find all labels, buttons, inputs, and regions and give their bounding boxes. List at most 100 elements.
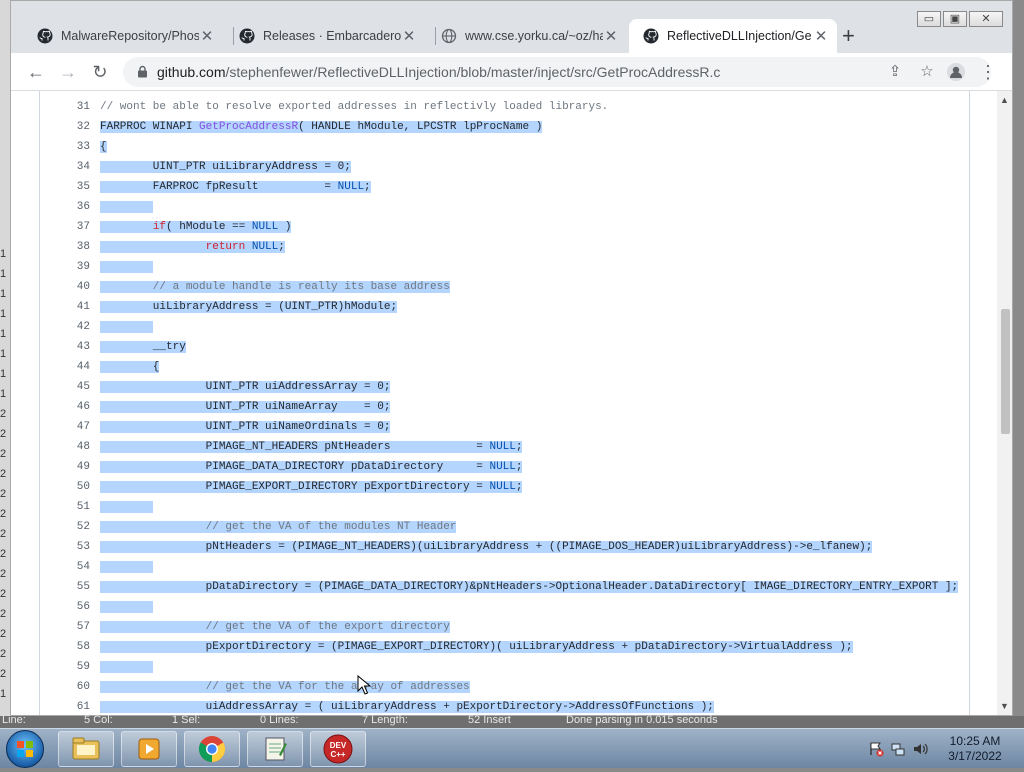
tab-reflective-dll-injection[interactable]: ReflectiveDLLInjection/Ge ✕ [629, 19, 837, 53]
line-number[interactable]: 48 [40, 437, 90, 457]
code-text[interactable] [100, 197, 153, 217]
code-line[interactable]: 54 [40, 557, 971, 577]
line-number[interactable]: 59 [40, 657, 90, 677]
menu-kebab-icon[interactable]: ⋮ [977, 61, 999, 83]
line-number[interactable]: 60 [40, 677, 90, 697]
code-line[interactable]: 31 // wont be able to resolve exported ad… [40, 97, 971, 117]
line-number[interactable]: 47 [40, 417, 90, 437]
code-text[interactable]: pNtHeaders = (PIMAGE_NT_HEADERS)(uiLibra… [100, 537, 873, 557]
back-icon[interactable]: ← [25, 61, 47, 83]
code-line[interactable]: 36 [40, 197, 971, 217]
code-text[interactable] [100, 257, 153, 277]
line-number[interactable]: 52 [40, 517, 90, 537]
line-number[interactable]: 50 [40, 477, 90, 497]
code-text[interactable]: FARPROC fpResult = NULL; [100, 177, 371, 197]
line-number[interactable]: 55 [40, 577, 90, 597]
line-number[interactable]: 31 [40, 97, 90, 117]
code-line[interactable]: 45 UINT_PTR uiAddressArray = 0; [40, 377, 971, 397]
line-number[interactable]: 43 [40, 337, 90, 357]
code-line[interactable]: 42 [40, 317, 971, 337]
code-text[interactable]: // get the VA of the modules NT Header [100, 517, 457, 537]
taskbar-devcpp[interactable]: DEV C++ [310, 731, 366, 767]
tab-malware-repository[interactable]: MalwareRepository/Phosp ✕ [23, 19, 223, 53]
code-line[interactable]: 58 pExportDirectory = (PIMAGE_EXPORT_DIR… [40, 637, 971, 657]
code-line[interactable]: 43 __try [40, 337, 971, 357]
tab-yorku[interactable]: www.cse.yorku.ca/~oz/ha ✕ [427, 19, 627, 53]
code-line[interactable]: 40 // a module handle is really its base… [40, 277, 971, 297]
code-text[interactable]: uiAddressArray = ( uiLibraryAddress + pE… [100, 697, 714, 715]
code-line[interactable]: 33 { [40, 137, 971, 157]
line-number[interactable]: 56 [40, 597, 90, 617]
taskbar-chrome[interactable] [184, 731, 240, 767]
code-text[interactable] [100, 597, 153, 617]
code-line[interactable]: 48 PIMAGE_NT_HEADERS pNtHeaders = NULL; [40, 437, 971, 457]
forward-icon[interactable]: → [57, 61, 79, 83]
reload-icon[interactable]: ↻ [89, 61, 111, 83]
line-number[interactable]: 49 [40, 457, 90, 477]
code-text[interactable]: // wont be able to resolve exported addr… [100, 97, 608, 117]
code-text[interactable] [100, 317, 153, 337]
line-number[interactable]: 53 [40, 537, 90, 557]
code-text[interactable]: __try [100, 337, 186, 357]
minimize-button[interactable]: ▭ [917, 11, 941, 27]
code-text[interactable]: pDataDirectory = (PIMAGE_DATA_DIRECTORY)… [100, 577, 959, 597]
line-number[interactable]: 54 [40, 557, 90, 577]
code-line[interactable]: 47 UINT_PTR uiNameOrdinals = 0; [40, 417, 971, 437]
start-button[interactable] [6, 730, 44, 768]
code-text[interactable]: { [100, 137, 107, 157]
maximize-button[interactable]: ▣ [943, 11, 967, 27]
code-text[interactable]: PIMAGE_EXPORT_DIRECTORY pExportDirectory… [100, 477, 523, 497]
line-number[interactable]: 37 [40, 217, 90, 237]
code-text[interactable]: // a module handle is really its base ad… [100, 277, 450, 297]
line-number[interactable]: 45 [40, 377, 90, 397]
code-line[interactable]: 60 // get the VA for the array of addres… [40, 677, 971, 697]
code-text[interactable]: UINT_PTR uiAddressArray = 0; [100, 377, 391, 397]
line-number[interactable]: 61 [40, 697, 90, 715]
line-number[interactable]: 39 [40, 257, 90, 277]
code-line[interactable]: 39 [40, 257, 971, 277]
code-line[interactable]: 57 // get the VA of the export directory [40, 617, 971, 637]
close-tab-icon[interactable]: ✕ [199, 27, 215, 45]
line-number[interactable]: 51 [40, 497, 90, 517]
line-number[interactable]: 42 [40, 317, 90, 337]
code-text[interactable]: if( hModule == NULL ) [100, 217, 292, 237]
code-text[interactable]: UINT_PTR uiNameArray = 0; [100, 397, 391, 417]
code-text[interactable]: { [100, 357, 160, 377]
code-text[interactable] [100, 657, 153, 677]
line-number[interactable]: 36 [40, 197, 90, 217]
code-line[interactable]: 61 uiAddressArray = ( uiLibraryAddress +… [40, 697, 971, 715]
code-line[interactable]: 46 UINT_PTR uiNameArray = 0; [40, 397, 971, 417]
code-line[interactable]: 49 PIMAGE_DATA_DIRECTORY pDataDirectory … [40, 457, 971, 477]
code-line[interactable]: 38 return NULL; [40, 237, 971, 257]
close-tab-icon[interactable]: ✕ [603, 27, 619, 45]
code-text[interactable]: UINT_PTR uiNameOrdinals = 0; [100, 417, 391, 437]
code-line[interactable]: 44 { [40, 357, 971, 377]
profile-avatar-icon[interactable] [945, 61, 967, 83]
code-text[interactable]: PIMAGE_NT_HEADERS pNtHeaders = NULL; [100, 437, 523, 457]
close-tab-icon[interactable]: ✕ [401, 27, 417, 45]
code-text[interactable]: PIMAGE_DATA_DIRECTORY pDataDirectory = N… [100, 457, 523, 477]
line-number[interactable]: 44 [40, 357, 90, 377]
scroll-down-arrow-icon[interactable]: ▼ [1000, 701, 1009, 711]
code-text[interactable]: // get the VA for the array of addresses [100, 677, 470, 697]
share-icon[interactable]: ⇪ [885, 62, 905, 82]
line-number[interactable]: 58 [40, 637, 90, 657]
taskbar-media-player[interactable] [121, 731, 177, 767]
bookmark-star-icon[interactable]: ☆ [917, 62, 937, 82]
code-line[interactable]: 52 // get the VA of the modules NT Heade… [40, 517, 971, 537]
system-clock[interactable]: 10:25 AM 3/17/2022 [936, 734, 1014, 764]
code-line[interactable]: 34 UINT_PTR uiLibraryAddress = 0; [40, 157, 971, 177]
code-text[interactable]: uiLibraryAddress = (UINT_PTR)hModule; [100, 297, 398, 317]
line-number[interactable]: 46 [40, 397, 90, 417]
volume-icon[interactable] [912, 741, 928, 757]
line-number[interactable]: 41 [40, 297, 90, 317]
tab-releases[interactable]: Releases · Embarcadero/D ✕ [225, 19, 425, 53]
code-line[interactable]: 50 PIMAGE_EXPORT_DIRECTORY pExportDirect… [40, 477, 971, 497]
code-line[interactable]: 41 uiLibraryAddress = (UINT_PTR)hModule; [40, 297, 971, 317]
taskbar-notepad[interactable] [247, 731, 303, 767]
line-number[interactable]: 35 [40, 177, 90, 197]
code-line[interactable]: 56 [40, 597, 971, 617]
close-tab-icon[interactable]: ✕ [813, 27, 829, 45]
code-text[interactable]: // get the VA of the export directory [100, 617, 450, 637]
code-line[interactable]: 35 FARPROC fpResult = NULL; [40, 177, 971, 197]
